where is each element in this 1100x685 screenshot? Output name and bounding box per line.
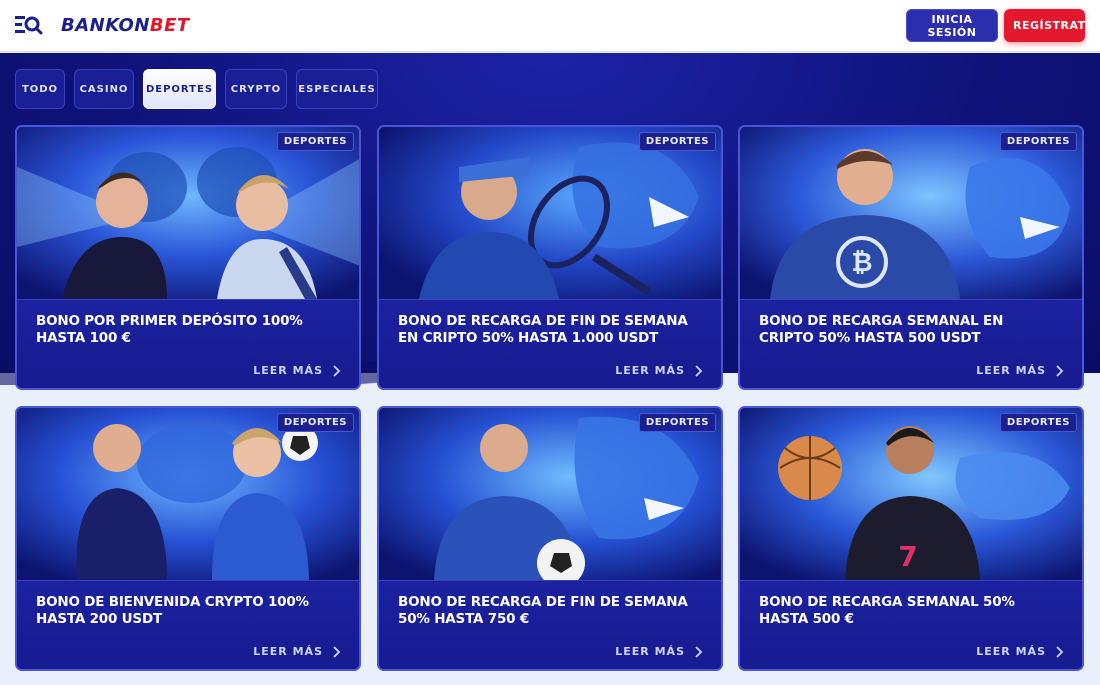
read-more-label: LEER MÁS	[976, 645, 1046, 658]
promo-card[interactable]: 7 DEPORTES BONO DE RECARGA SEMANAL 50% H…	[738, 406, 1084, 671]
promo-title: BONO DE RECARGA DE FIN DE SEMANA EN CRIP…	[398, 313, 688, 346]
card-footer: BONO DE RECARGA DE FIN DE SEMANA 50% HAS…	[379, 580, 721, 669]
chevron-right-icon	[333, 364, 341, 377]
promo-title: BONO DE RECARGA SEMANAL EN CRIPTO 50% HA…	[759, 313, 1004, 346]
card-footer: BONO DE BIENVENIDA CRYPTO 100% HASTA 200…	[17, 580, 359, 669]
category-badge: DEPORTES	[276, 413, 354, 432]
promo-card[interactable]: DEPORTES BONO DE RECARGA DE FIN DE SEMAN…	[377, 125, 723, 390]
chevron-right-icon	[333, 645, 341, 658]
logo-text-part1: BANKON	[61, 15, 150, 36]
category-badge: DEPORTES	[638, 132, 716, 151]
tab-todo[interactable]: TODO	[15, 69, 65, 109]
tab-crypto[interactable]: CRYPTO	[225, 69, 287, 109]
tab-deportes[interactable]: DEPORTES	[143, 69, 216, 109]
category-badge: DEPORTES	[999, 132, 1077, 151]
svg-text:₿: ₿	[851, 248, 872, 278]
card-footer: BONO POR PRIMER DEPÓSITO 100% HASTA 100 …	[17, 299, 359, 388]
promo-title: BONO DE BIENVENIDA CRYPTO 100% HASTA 200…	[36, 594, 309, 627]
svg-text:7: 7	[898, 540, 917, 573]
read-more-link[interactable]: LEER MÁS	[976, 364, 1064, 377]
logo-text-part2: BET	[149, 15, 190, 36]
promo-image	[379, 408, 721, 580]
promo-image	[17, 408, 359, 580]
read-more-link[interactable]: LEER MÁS	[615, 645, 703, 658]
category-badge: DEPORTES	[638, 413, 716, 432]
card-footer: BONO DE RECARGA SEMANAL 50% HASTA 500 € …	[740, 580, 1082, 669]
read-more-link[interactable]: LEER MÁS	[253, 364, 341, 377]
promo-image: 7	[740, 408, 1082, 580]
chevron-right-icon	[695, 645, 703, 658]
read-more-link[interactable]: LEER MÁS	[976, 645, 1064, 658]
read-more-label: LEER MÁS	[253, 364, 323, 377]
read-more-label: LEER MÁS	[615, 364, 685, 377]
promo-title: BONO DE RECARGA DE FIN DE SEMANA 50% HAS…	[398, 594, 688, 627]
card-footer: BONO DE RECARGA SEMANAL EN CRIPTO 50% HA…	[740, 299, 1082, 388]
read-more-label: LEER MÁS	[976, 364, 1046, 377]
promo-image	[17, 127, 359, 299]
chevron-right-icon	[695, 364, 703, 377]
register-button[interactable]: REGÍSTRATE	[1004, 9, 1093, 42]
tab-especiales[interactable]: ESPECIALES	[296, 69, 378, 109]
chevron-right-icon	[1056, 364, 1064, 377]
menu-search-icon[interactable]	[15, 14, 43, 38]
read-more-link[interactable]: LEER MÁS	[253, 645, 341, 658]
promo-title: BONO POR PRIMER DEPÓSITO 100% HASTA 100 …	[36, 313, 303, 346]
promo-card[interactable]: DEPORTES BONO POR PRIMER DEPÓSITO 100% H…	[15, 125, 361, 390]
top-header: BANKON BET INICIA SESIÓN REGÍSTRATE	[0, 0, 1100, 52]
card-footer: BONO DE RECARGA DE FIN DE SEMANA EN CRIP…	[379, 299, 721, 388]
promo-card[interactable]: DEPORTES BONO DE RECARGA DE FIN DE SEMAN…	[377, 406, 723, 671]
promo-title: BONO DE RECARGA SEMANAL 50% HASTA 500 €	[759, 594, 1015, 627]
read-more-link[interactable]: LEER MÁS	[615, 364, 703, 377]
chevron-right-icon	[1056, 645, 1064, 658]
category-tabs: TODO CASINO DEPORTES CRYPTO ESPECIALES	[15, 69, 378, 109]
brand-logo[interactable]: BANKON BET	[61, 15, 190, 36]
read-more-label: LEER MÁS	[615, 645, 685, 658]
category-badge: DEPORTES	[276, 132, 354, 151]
tab-casino[interactable]: CASINO	[74, 69, 134, 109]
promo-card[interactable]: DEPORTES BONO DE BIENVENIDA CRYPTO 100% …	[15, 406, 361, 671]
promo-image: ₿	[740, 127, 1082, 299]
login-button[interactable]: INICIA SESIÓN	[906, 9, 998, 42]
category-badge: DEPORTES	[999, 413, 1077, 432]
promo-image	[379, 127, 721, 299]
promo-card[interactable]: ₿ DEPORTES BONO DE RECARGA SEMANAL EN CR…	[738, 125, 1084, 390]
read-more-label: LEER MÁS	[253, 645, 323, 658]
